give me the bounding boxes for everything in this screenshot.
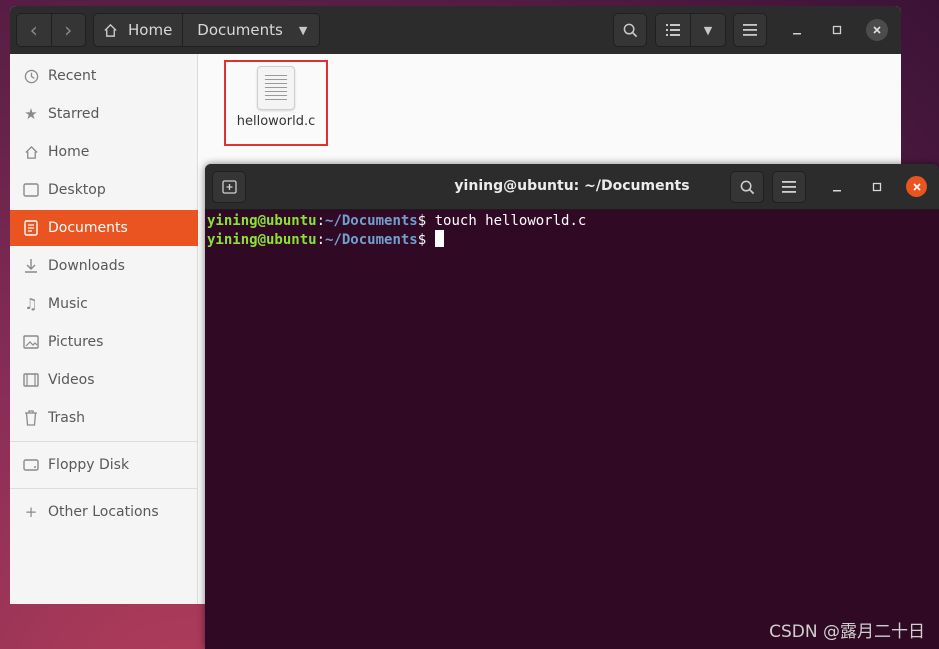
sidebar-item-home[interactable]: Home (10, 134, 198, 170)
star-icon: ★ (24, 105, 38, 123)
text-file-icon (257, 66, 295, 110)
sidebar-item-videos[interactable]: Videos (10, 362, 198, 398)
terminal-headerbar: yining@ubuntu: ~/Documents (205, 164, 939, 210)
clock-icon (22, 67, 40, 85)
watermark: CSDN @露月二十日 (769, 622, 925, 642)
prompt-user: yining@ubuntu (207, 232, 317, 248)
close-icon (873, 26, 881, 34)
terminal-window: yining@ubuntu: ~/Documents yining@ubuntu… (205, 164, 939, 649)
hamburger-icon (743, 24, 757, 36)
close-button[interactable] (866, 19, 888, 41)
sidebar-item-label: Downloads (48, 258, 125, 274)
sidebar-item-downloads[interactable]: Downloads (10, 248, 198, 284)
search-icon (740, 180, 754, 194)
terminal-command: touch helloworld.c (426, 213, 587, 229)
drive-icon (22, 456, 40, 474)
prompt-separator: : (316, 213, 326, 229)
maximize-button[interactable] (827, 20, 847, 40)
music-icon: ♫ (24, 295, 38, 313)
sidebar-item-starred[interactable]: ★ Starred (10, 96, 198, 132)
minimize-icon (793, 33, 801, 35)
files-headerbar: ‹ › Home Documents ▼ ▼ (10, 6, 901, 54)
breadcrumb-home-label: Home (128, 21, 173, 39)
list-view-icon (666, 24, 680, 36)
file-item[interactable]: helloworld.c (224, 60, 328, 146)
trash-icon (22, 409, 40, 427)
home-icon (22, 143, 40, 161)
sidebar-divider (10, 488, 198, 489)
sidebar-item-label: Desktop (48, 182, 106, 198)
prompt-symbol: $ (417, 213, 427, 229)
search-icon (623, 23, 637, 37)
terminal-command (426, 232, 434, 248)
prompt-symbol: $ (417, 232, 427, 248)
download-icon (22, 257, 40, 275)
chevron-down-icon[interactable]: ▼ (299, 24, 307, 37)
forward-button[interactable]: › (52, 15, 86, 45)
sidebar-item-label: Pictures (48, 334, 104, 350)
close-icon (912, 182, 921, 191)
sidebar-divider (10, 441, 198, 442)
sidebar-item-label: Home (48, 144, 90, 160)
document-icon (22, 219, 40, 237)
prompt-separator: : (316, 232, 326, 248)
breadcrumb: Home Documents ▼ (93, 13, 320, 47)
sidebar: Recent ★ Starred Home Desktop Documents … (10, 54, 198, 604)
minimize-button[interactable] (787, 20, 807, 40)
terminal-line: yining@ubuntu:~/Documents$ (207, 230, 939, 248)
video-icon (22, 371, 40, 389)
terminal-close-button[interactable] (906, 176, 927, 197)
sidebar-item-recent[interactable]: Recent (10, 58, 198, 94)
hamburger-icon (782, 181, 796, 193)
sidebar-item-label: Floppy Disk (48, 457, 130, 473)
sidebar-item-label: Music (48, 296, 88, 312)
back-button[interactable]: ‹ (17, 15, 51, 45)
view-options-button[interactable]: ▼ (691, 14, 725, 46)
sidebar-item-label: Documents (48, 220, 128, 236)
terminal-output[interactable]: yining@ubuntu:~/Documents$ touch hellowo… (207, 212, 939, 649)
view-toggle: ▼ (655, 13, 726, 47)
breadcrumb-documents[interactable]: Documents ▼ (183, 14, 307, 46)
sidebar-item-music[interactable]: ♫ Music (10, 286, 198, 322)
file-name: helloworld.c (236, 114, 316, 129)
sidebar-item-label: Recent (48, 68, 97, 84)
maximize-icon (832, 25, 842, 35)
desktop-icon (22, 181, 40, 199)
prompt-user: yining@ubuntu (207, 213, 317, 229)
sidebar-item-pictures[interactable]: Pictures (10, 324, 198, 360)
sidebar-item-trash[interactable]: Trash (10, 400, 198, 436)
terminal-line: yining@ubuntu:~/Documents$ touch hellowo… (207, 212, 939, 230)
terminal-minimize-button[interactable] (827, 177, 847, 197)
list-view-button[interactable] (656, 14, 690, 46)
prompt-path: ~/Documents (325, 232, 418, 248)
sidebar-item-label: Starred (48, 106, 100, 122)
picture-icon (22, 333, 40, 351)
terminal-search-button[interactable] (730, 171, 764, 203)
breadcrumb-home[interactable]: Home (94, 14, 184, 46)
menu-button[interactable] (733, 13, 767, 47)
terminal-maximize-button[interactable] (867, 177, 887, 197)
breadcrumb-current-label: Documents (197, 21, 283, 39)
home-icon (104, 23, 117, 37)
nav-buttons: ‹ › (16, 13, 86, 47)
sidebar-item-desktop[interactable]: Desktop (10, 172, 198, 208)
sidebar-item-label: Videos (48, 372, 95, 388)
sidebar-item-label: Trash (48, 410, 85, 426)
sidebar-item-floppy-disk[interactable]: Floppy Disk (10, 447, 198, 483)
sidebar-item-other-locations[interactable]: + Other Locations (10, 494, 198, 530)
maximize-icon (872, 182, 882, 192)
search-button[interactable] (613, 13, 647, 47)
plus-icon: + (24, 503, 38, 521)
sidebar-item-documents[interactable]: Documents (10, 210, 198, 246)
terminal-menu-button[interactable] (772, 171, 806, 203)
minimize-icon (833, 190, 841, 192)
prompt-path: ~/Documents (325, 213, 418, 229)
sidebar-item-label: Other Locations (48, 504, 159, 520)
terminal-cursor (434, 230, 444, 247)
